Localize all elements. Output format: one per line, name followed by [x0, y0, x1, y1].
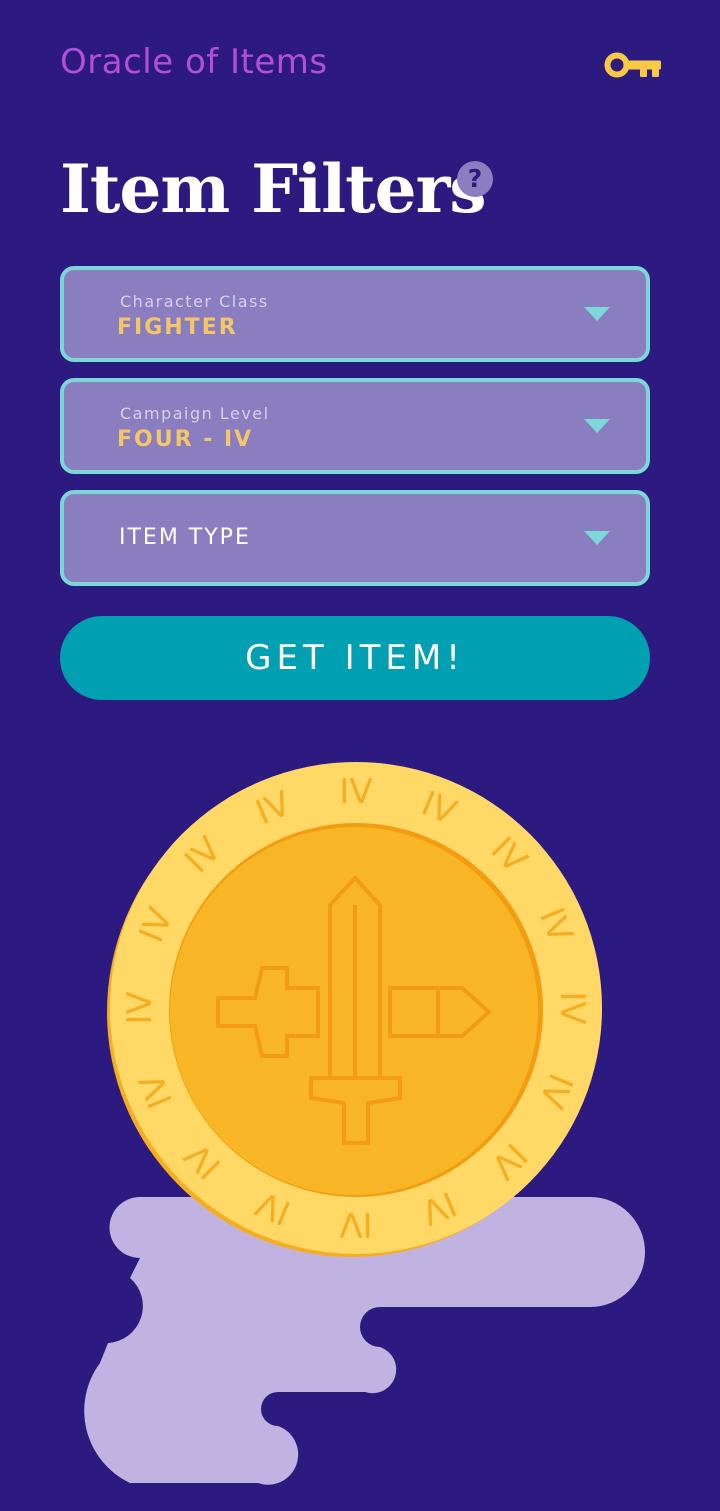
- page-title: Item Filters: [60, 150, 487, 228]
- chevron-down-icon: [584, 307, 610, 321]
- character-class-label: Character Class: [120, 292, 269, 311]
- item-type-placeholder: ITEM TYPE: [119, 525, 251, 550]
- campaign-level-value: FOUR - IV: [117, 427, 254, 452]
- key-icon: [604, 52, 661, 78]
- coin-numeral: IV: [339, 772, 372, 812]
- get-item-button[interactable]: GET ITEM!: [60, 616, 650, 700]
- campaign-level-label: Campaign Level: [120, 404, 270, 423]
- item-type-select[interactable]: ITEM TYPE: [60, 490, 650, 586]
- character-class-value: FIGHTER: [117, 315, 238, 340]
- character-class-select[interactable]: Character Class FIGHTER: [60, 266, 650, 362]
- coin-numeral: IV: [552, 991, 592, 1024]
- app-title: Oracle of Items: [60, 42, 328, 82]
- coin-numeral: IV: [120, 991, 160, 1024]
- key-button[interactable]: [604, 48, 662, 82]
- help-icon[interactable]: ?: [457, 161, 493, 197]
- coin-illustration: IV IVIVIVIVIVIVIVIVIVIVIVIVIVIVIV: [84, 762, 645, 1485]
- coin-numeral: IV: [339, 1204, 372, 1244]
- campaign-level-select[interactable]: Campaign Level FOUR - IV: [60, 378, 650, 474]
- chevron-down-icon: [584, 531, 610, 545]
- chevron-down-icon: [584, 419, 610, 433]
